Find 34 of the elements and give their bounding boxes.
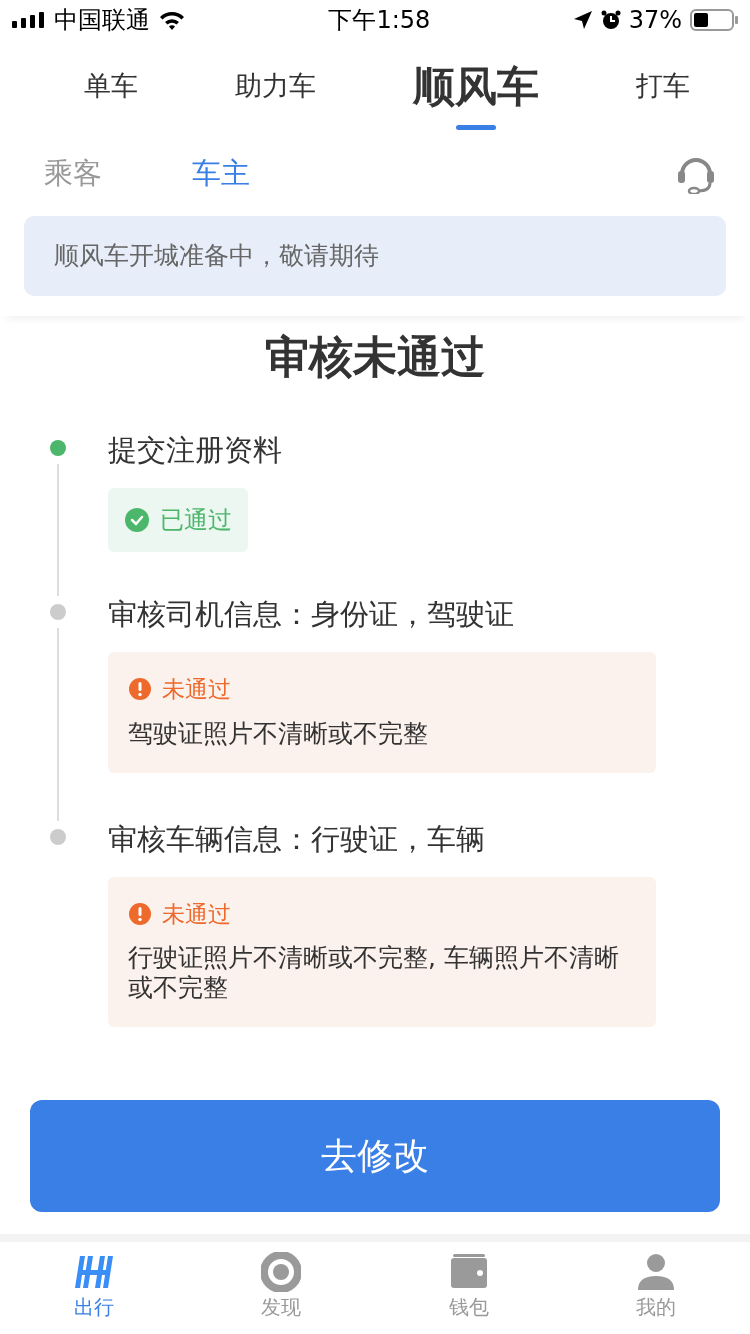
step-title: 审核车辆信息：行驶证，车辆 <box>108 820 486 857</box>
step-title: 提交注册资料 <box>108 432 283 468</box>
nav-tab[interactable]: 出行 <box>0 1242 188 1334</box>
edit-button[interactable]: 去修改 <box>30 1100 720 1212</box>
battery-icon <box>690 9 738 31</box>
step-title: 审核司机信息：身份证，驾驶证 <box>108 596 515 632</box>
warning-icon <box>128 901 152 926</box>
check-circle-icon <box>124 507 150 533</box>
wifi-icon <box>158 10 186 30</box>
clock-time: 下午1:58 <box>328 6 431 34</box>
status-label: 已通过 <box>160 505 232 536</box>
tab[interactable]: 顺风车 <box>413 40 539 132</box>
rejection-reason: 驾驶证照片不清晰或不完整 <box>128 718 429 749</box>
nav-tab[interactable]: 发现 <box>187 1242 375 1334</box>
tab[interactable]: 助力车 <box>235 40 316 132</box>
role-tab[interactable]: 车主 <box>192 152 250 196</box>
location-arrow-icon <box>572 10 593 30</box>
status-label: 未通过 <box>162 899 231 929</box>
rejection-reason: 行驶证照片不清晰或不完整, 车辆照片不清晰或不完整 <box>128 943 620 1003</box>
alarm-clock-icon <box>600 10 621 30</box>
page-title: 审核未通过 <box>264 330 486 384</box>
carrier-name: 中国联通 <box>54 5 150 36</box>
signal-icon <box>12 12 46 28</box>
nav-tab[interactable]: 我的 <box>562 1242 750 1334</box>
tab[interactable]: 单车 <box>84 40 138 132</box>
notice-banner: 顺风车开城准备中，敬请期待 <box>24 216 726 296</box>
role-tab[interactable]: 乘客 <box>44 152 102 196</box>
person-icon <box>636 1252 677 1292</box>
target-icon <box>261 1252 302 1292</box>
warning-icon <box>128 677 152 702</box>
status-label: 未通过 <box>162 675 231 704</box>
nav-tab[interactable]: 钱包 <box>375 1242 563 1334</box>
tab[interactable]: 打车 <box>636 40 690 132</box>
battery-percent: 37% <box>628 5 682 36</box>
